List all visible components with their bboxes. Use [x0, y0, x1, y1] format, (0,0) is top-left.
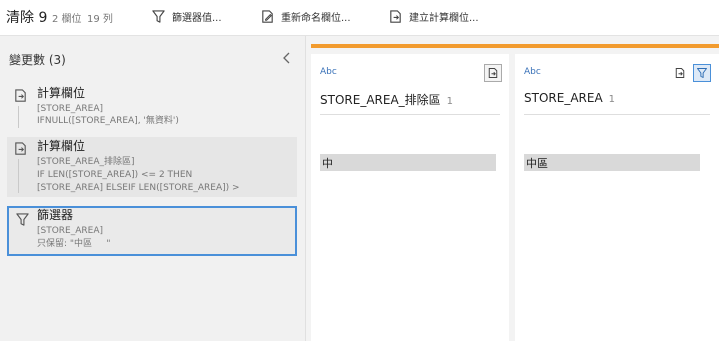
- toolbar: 清除 9 2 欄位 19 列 篩選器值... 重新命名欄位... 建立計算欄位.…: [0, 0, 719, 36]
- column-card-store-area[interactable]: Abc STORE_AREA 1 中區: [515, 54, 719, 341]
- step-detail-line: [STORE_AREA]: [37, 104, 104, 114]
- create-calc-field-label: 建立計算欄位...: [409, 12, 479, 24]
- step-title: 清除 9: [6, 10, 48, 26]
- column-header: STORE_AREA_排除區 1: [320, 91, 453, 108]
- calc-field-icon: [488, 68, 498, 78]
- chevron-left-icon: [283, 52, 290, 64]
- filter-icon: [697, 68, 707, 78]
- column-header: STORE_AREA 1: [524, 91, 615, 105]
- step-detail-line: [STORE_AREA] ELSEIF LEN([STORE_AREA]) >: [37, 183, 240, 193]
- step-detail-line: 只保留: "中區 ": [37, 239, 111, 249]
- step-detail-line: [STORE_AREA_排除區]: [37, 157, 135, 167]
- change-step-calc-1[interactable]: 計算欄位 [STORE_AREA] IFNULL([STORE_AREA], '…: [7, 84, 297, 130]
- step-title-label: 篩選器: [37, 208, 74, 222]
- step-detail-line: IF LEN([STORE_AREA]) <= 2 THEN: [37, 170, 193, 180]
- change-step-calc-2[interactable]: 計算欄位 [STORE_AREA_排除區] IF LEN([STORE_AREA…: [7, 137, 297, 197]
- column-actions: [671, 64, 711, 82]
- step-detail-line: [STORE_AREA]: [37, 226, 104, 236]
- changes-title: 變更數 (3): [9, 53, 66, 67]
- distinct-count: 1: [608, 94, 616, 105]
- create-calc-field-button[interactable]: 建立計算欄位...: [388, 6, 479, 26]
- distinct-count: 1: [446, 96, 454, 107]
- value-bar[interactable]: 中區: [524, 154, 700, 171]
- profile-pane: Abc STORE_AREA_排除區 1 中 Abc STORE_AREA 1 中區: [306, 36, 719, 341]
- calc-field-icon: [390, 9, 401, 23]
- calc-field-button[interactable]: [671, 64, 689, 82]
- change-step-filter[interactable]: 篩選器 [STORE_AREA] 只保留: "中區 ": [7, 206, 297, 256]
- calc-field-button[interactable]: [484, 64, 502, 82]
- filter-icon: [15, 212, 30, 227]
- column-name: STORE_AREA: [524, 91, 603, 105]
- step-title-label: 計算欄位: [37, 86, 86, 100]
- collapse-panel-button[interactable]: [280, 50, 294, 64]
- step-title-label: 計算欄位: [37, 139, 86, 153]
- divider: [320, 114, 500, 115]
- row-count: 19 列: [87, 14, 113, 25]
- changes-panel: 變更數 (3) 計算欄位 [STORE_AREA] IFNULL([STORE_…: [0, 36, 306, 341]
- step-detail-line: IFNULL([STORE_AREA], '無資料'): [37, 116, 179, 126]
- value-bar[interactable]: 中: [320, 154, 496, 171]
- filter-values-label: 篩選器值...: [172, 12, 222, 24]
- calc-field-icon: [13, 88, 28, 103]
- calc-field-icon: [13, 141, 28, 156]
- calc-field-icon: [675, 68, 685, 78]
- data-type-label: Abc: [524, 67, 541, 77]
- rename-field-label: 重新命名欄位...: [281, 12, 351, 24]
- data-type-label: Abc: [320, 67, 337, 77]
- filter-button[interactable]: [693, 64, 711, 82]
- step-rail: [18, 159, 19, 193]
- filter-values-button[interactable]: 篩選器值...: [151, 6, 222, 26]
- column-card-store-area-excluded[interactable]: Abc STORE_AREA_排除區 1 中: [311, 54, 509, 341]
- step-rail: [18, 106, 19, 128]
- step-color-bar: [311, 44, 719, 48]
- filter-icon: [152, 9, 165, 23]
- column-name: STORE_AREA_排除區: [320, 93, 441, 107]
- field-count: 2 欄位: [52, 14, 82, 25]
- rename-icon: [262, 9, 273, 23]
- divider: [524, 114, 710, 115]
- column-actions: [484, 64, 502, 82]
- rename-field-button[interactable]: 重新命名欄位...: [260, 6, 351, 26]
